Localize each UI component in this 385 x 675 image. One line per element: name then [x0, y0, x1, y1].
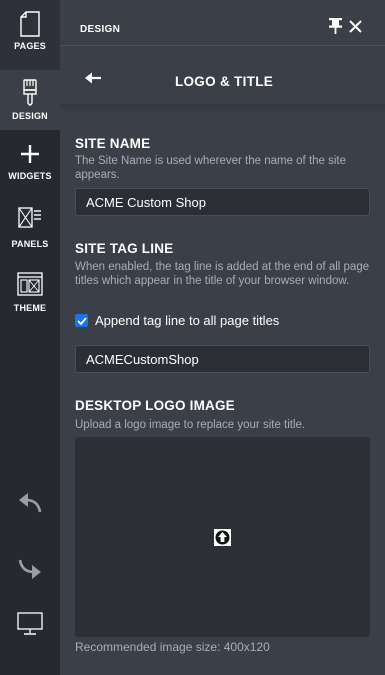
site-name-description: The Site Name is used wherever the name … — [75, 155, 347, 181]
checkbox-checked[interactable] — [75, 314, 88, 327]
redo-icon — [18, 559, 41, 579]
rail-label-design: DESIGN — [12, 111, 48, 121]
plus-icon — [21, 145, 39, 163]
rail-label-panels: PANELS — [11, 239, 49, 249]
desktop-logo-title: DESKTOP LOGO IMAGE — [75, 398, 235, 413]
left-rail: PAGES DESIGN WIDGETS PANELS THEME — [0, 0, 60, 675]
rail-item-theme[interactable]: THEME — [0, 272, 60, 324]
desktop-logo-description: Upload a logo image to replace your site… — [75, 419, 306, 431]
panel-header: DESIGN — [60, 0, 385, 46]
rail-item-panels[interactable]: PANELS — [0, 207, 60, 259]
panels-icon — [18, 207, 41, 228]
site-tag-line-description: When enabled, the tag line is added at t… — [75, 261, 370, 287]
logo-size-hint: Recommended image size: 400x120 — [75, 640, 270, 654]
design-panel: DESIGN LOGO & TITLE SITE NAME The Site N… — [60, 0, 385, 675]
theme-icon — [17, 272, 43, 296]
paintbrush-icon — [23, 79, 37, 106]
logo-upload-dropzone[interactable] — [75, 437, 370, 637]
site-tag-line-title: SITE TAG LINE — [75, 241, 174, 256]
rail-item-design[interactable]: DESIGN — [0, 70, 60, 130]
site-name-title: SITE NAME — [75, 136, 151, 151]
upload-icon[interactable] — [214, 529, 231, 546]
checkmark-icon — [76, 316, 87, 325]
site-name-input[interactable] — [75, 188, 370, 216]
page-icon — [20, 11, 40, 37]
device-preview-button[interactable] — [0, 612, 60, 636]
sub-header: LOGO & TITLE — [60, 60, 385, 100]
rail-label-theme: THEME — [13, 303, 47, 313]
undo-button[interactable] — [0, 492, 60, 514]
undo-icon — [19, 493, 42, 513]
rail-label-widgets: WIDGETS — [8, 171, 52, 181]
monitor-icon — [17, 612, 43, 635]
site-tag-line-input[interactable] — [75, 345, 370, 373]
append-tag-line-checkbox[interactable]: Append tag line to all page titles — [75, 313, 279, 328]
rail-item-pages[interactable]: PAGES — [0, 0, 60, 70]
append-tag-line-label: Append tag line to all page titles — [95, 313, 280, 328]
close-icon[interactable] — [349, 20, 362, 33]
panel-title: DESIGN — [80, 24, 121, 35]
scroll-shadow — [60, 104, 385, 114]
sub-header-title: LOGO & TITLE — [174, 74, 274, 89]
pin-icon[interactable] — [329, 18, 342, 34]
redo-button[interactable] — [0, 558, 60, 580]
rail-label-pages: PAGES — [14, 41, 46, 51]
rail-item-widgets[interactable]: WIDGETS — [0, 143, 60, 195]
